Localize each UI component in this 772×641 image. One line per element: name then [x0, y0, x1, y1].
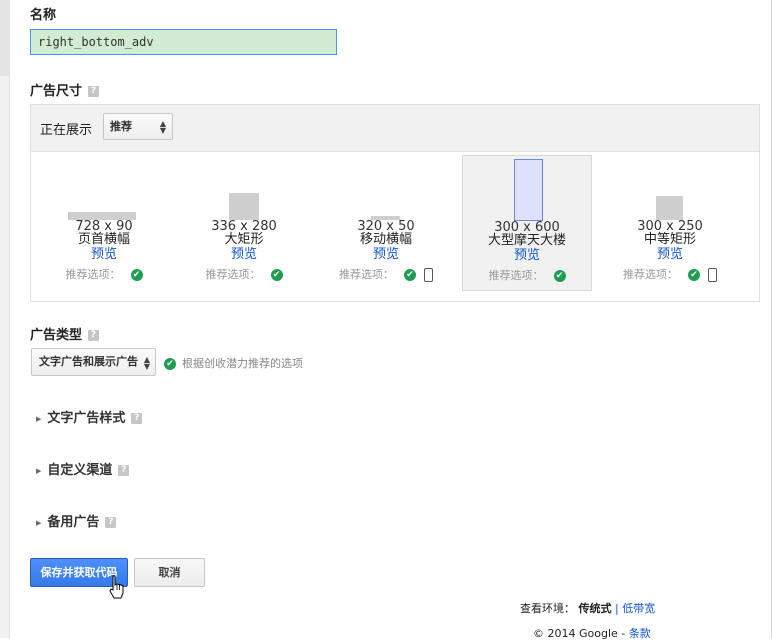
- ad-name: 大矩形: [224, 232, 264, 247]
- size-filter-value: 推荐: [110, 120, 132, 133]
- recommended-label: 推荐选项：: [488, 269, 544, 282]
- section-custom-channels[interactable]: ▶ 自定义渠道?: [36, 459, 130, 478]
- help-icon[interactable]: ?: [88, 86, 100, 97]
- recommended-label: 推荐选项：: [65, 268, 121, 281]
- view-environment: 查看环境： 传统式 | 低带宽: [520, 600, 655, 616]
- section-label: 备用广告: [47, 515, 100, 530]
- recommended-row: 推荐选项： ✔: [321, 268, 451, 282]
- recommended-label: 推荐选项：: [623, 268, 678, 281]
- copyright-text: © 2014 Google -: [533, 627, 626, 640]
- recommended-label: 推荐选项：: [339, 268, 394, 281]
- ad-type-label-text: 广告类型: [30, 328, 83, 343]
- ad-size-option-300x600[interactable]: 300 x 600 大型摩天大楼 预览 推荐选项： ✔: [462, 155, 592, 291]
- sidebar-shade: [0, 0, 9, 76]
- ad-type-label: 广告类型?: [30, 324, 100, 343]
- ad-size-option-336x280[interactable]: 336 x 280 大矩形 预览 推荐选项： ✔: [179, 155, 309, 291]
- preview-link[interactable]: 预览: [463, 249, 591, 263]
- ad-shape-medium-rectangle: [656, 196, 683, 220]
- mobile-phone-icon: [708, 268, 717, 282]
- select-arrows-icon: ▲ ▼: [143, 355, 150, 371]
- ad-size-option-728x90[interactable]: 728 x 90 页首横幅 预览 推荐选项： ✔: [39, 155, 169, 291]
- ad-shape-large-rectangle: [229, 193, 259, 220]
- recommended-row: 推荐选项： ✔: [179, 268, 309, 282]
- help-icon[interactable]: ?: [105, 517, 117, 528]
- preview-link[interactable]: 预览: [39, 248, 169, 262]
- ad-size-option-300x250[interactable]: 300 x 250 中等矩形 预览 推荐选项： ✔: [605, 155, 735, 291]
- check-icon: ✔: [553, 270, 566, 282]
- env-current: 传统式: [578, 602, 612, 615]
- terms-link[interactable]: 条款: [629, 627, 651, 640]
- ad-size-label-text: 广告尺寸: [30, 84, 83, 99]
- ad-type-note-text: 根据创收潜力推荐的选项: [182, 357, 303, 370]
- size-filter-select[interactable]: 推荐 ▲ ▼: [103, 113, 173, 140]
- showing-label: 正在展示: [40, 123, 93, 138]
- section-label: 自定义渠道: [47, 463, 113, 478]
- check-icon: ✔: [404, 269, 416, 281]
- name-input[interactable]: [30, 29, 337, 55]
- section-label: 文字广告样式: [47, 411, 126, 426]
- ad-name: 页首横幅: [77, 232, 130, 247]
- check-icon: ✔: [688, 269, 700, 281]
- ad-size-option-320x50[interactable]: 320 x 50 移动横幅 预览 推荐选项： ✔: [321, 155, 451, 291]
- ad-name: 中等矩形: [643, 232, 696, 247]
- ad-type-note: ✔ 根据创收潜力推荐的选项: [164, 355, 303, 371]
- recommended-row: 推荐选项： ✔: [463, 269, 591, 283]
- select-arrows-icon: ▲ ▼: [159, 119, 166, 135]
- expand-triangle-icon: ▶: [36, 414, 42, 423]
- preview-link[interactable]: 预览: [321, 248, 451, 262]
- ad-name: 大型摩天大楼: [487, 233, 566, 248]
- help-icon[interactable]: ?: [88, 330, 100, 341]
- env-label: 查看环境：: [520, 602, 575, 615]
- section-text-ad-style[interactable]: ▶ 文字广告样式?: [36, 407, 143, 426]
- section-backup-ads[interactable]: ▶ 备用广告?: [36, 511, 117, 530]
- mobile-phone-icon: [424, 268, 433, 282]
- ad-size-filter-bar: 正在展示 推荐 ▲ ▼: [31, 105, 759, 152]
- expand-triangle-icon: ▶: [36, 466, 42, 475]
- recommended-label: 推荐选项：: [205, 268, 261, 281]
- low-bandwidth-link[interactable]: 低带宽: [622, 602, 655, 615]
- check-icon: ✔: [270, 269, 283, 281]
- ad-name: 移动横幅: [359, 232, 412, 247]
- help-icon[interactable]: ?: [118, 465, 130, 476]
- cancel-button[interactable]: 取消: [134, 558, 205, 587]
- preview-link[interactable]: 预览: [179, 248, 309, 262]
- copyright: © 2014 Google - 条款: [533, 625, 651, 641]
- ad-type-value: 文字广告和展示广告: [39, 355, 138, 368]
- recommended-row: 推荐选项： ✔: [605, 268, 735, 282]
- check-icon: ✔: [164, 358, 176, 370]
- recommended-row: 推荐选项： ✔: [39, 268, 169, 282]
- ad-type-select[interactable]: 文字广告和展示广告 ▲ ▼: [31, 348, 156, 376]
- expand-triangle-icon: ▶: [36, 518, 42, 527]
- ad-shape-skyscraper: [514, 159, 543, 221]
- left-sidebar-edge: [0, 0, 10, 638]
- name-label: 名称: [30, 8, 57, 23]
- check-icon: ✔: [130, 269, 143, 281]
- hand-cursor-icon: [109, 575, 124, 599]
- ad-size-panel: 正在展示 推荐 ▲ ▼ 728 x 90 页首横幅 预览 推荐选项： ✔ 336 x…: [30, 104, 760, 302]
- env-separator: |: [615, 602, 619, 615]
- preview-link[interactable]: 预览: [605, 248, 735, 262]
- ad-size-label: 广告尺寸?: [30, 80, 100, 99]
- help-icon[interactable]: ?: [131, 413, 143, 424]
